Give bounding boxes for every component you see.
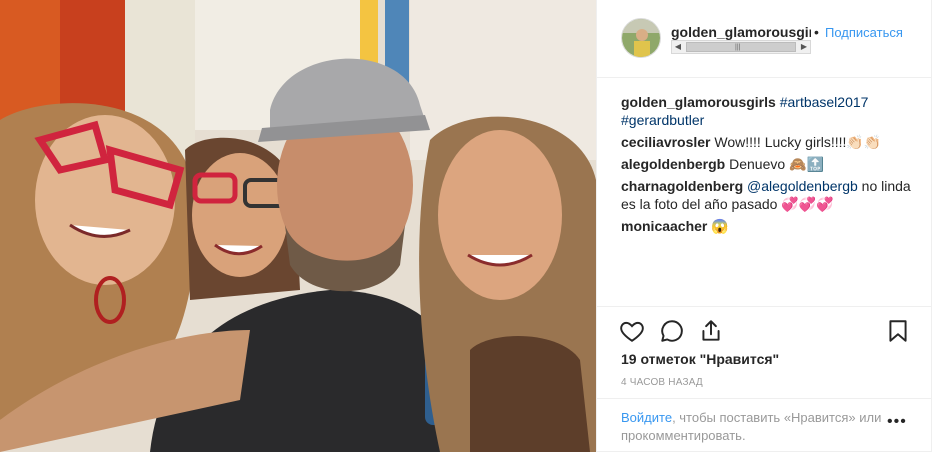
comment-username[interactable]: alegoldenbergb <box>621 156 725 172</box>
heart-icon[interactable] <box>619 318 645 344</box>
caption-username[interactable]: golden_glamorousgirls <box>621 94 776 110</box>
follow-button[interactable]: Подписаться <box>825 25 903 40</box>
avatar[interactable] <box>621 18 661 58</box>
post-timestamp[interactable]: 4 часов назад <box>621 377 703 388</box>
post-header: golden_glamorousgirls • Подписаться ◀ ||… <box>597 0 932 78</box>
more-options-icon[interactable]: ••• <box>887 413 907 431</box>
login-prompt: Войдите, чтобы поставить «Нравится» или … <box>597 398 932 452</box>
scrollbar-grip: ||| <box>735 44 741 51</box>
caption: golden_glamorousgirls #artbasel2017 #ger… <box>621 93 917 129</box>
comment: alegoldenbergb Denuevo 🙈🔝 <box>621 155 917 173</box>
hashtag-link[interactable]: #artbasel2017 <box>780 94 869 110</box>
comment-username[interactable]: monicaacher <box>621 218 707 234</box>
share-icon[interactable] <box>698 318 724 344</box>
comment-emoji: 💞💞💞 <box>781 196 834 212</box>
avatar-image <box>622 19 660 57</box>
comment-username[interactable]: ceciliavrosler <box>621 134 711 150</box>
login-prompt-text: Войдите, чтобы поставить «Нравится» или … <box>621 409 891 445</box>
instagram-post: golden_glamorousgirls • Подписаться ◀ ||… <box>0 0 946 458</box>
comment-emoji: 👏🏻👏🏻 <box>846 134 882 150</box>
selfie-photo-illustration <box>0 0 596 452</box>
scrollbar-thumb[interactable]: ||| <box>686 42 796 52</box>
bookmark-icon[interactable] <box>885 318 911 344</box>
likes-count[interactable]: 19 отметок "Нравится" <box>621 351 779 367</box>
login-link[interactable]: Войдите <box>621 410 672 425</box>
comment-icon[interactable] <box>659 318 685 344</box>
comment-emoji: 🙈🔝 <box>789 156 824 172</box>
comment-text: Wow!!!! Lucky girls!!!! <box>714 134 847 150</box>
comment: monicaacher 😱 <box>621 217 917 235</box>
comment: charnagoldenberg @alegoldenbergb no lind… <box>621 177 917 213</box>
comment: ceciliavrosler Wow!!!! Lucky girls!!!!👏🏻… <box>621 133 917 151</box>
post-author-username[interactable]: golden_glamorousgirls <box>671 24 811 40</box>
mention-link[interactable]: @alegoldenbergb <box>747 178 858 194</box>
username-horizontal-scrollbar[interactable]: ◀ ||| ▶ <box>671 40 811 54</box>
separator-dot: • <box>814 24 819 40</box>
post-side-panel: golden_glamorousgirls • Подписаться ◀ ||… <box>596 0 932 452</box>
comment-username[interactable]: charnagoldenberg <box>621 178 743 194</box>
comment-emoji: 😱 <box>711 218 729 234</box>
comment-text: Denuevo <box>729 156 786 172</box>
scroll-right-arrow-icon[interactable]: ▶ <box>798 41 810 53</box>
comments-list: golden_glamorousgirls #artbasel2017 #ger… <box>621 93 917 239</box>
action-bar <box>597 306 932 356</box>
post-photo[interactable] <box>0 0 596 452</box>
hashtag-link[interactable]: #gerardbutler <box>621 112 704 128</box>
scroll-left-arrow-icon[interactable]: ◀ <box>672 41 684 53</box>
